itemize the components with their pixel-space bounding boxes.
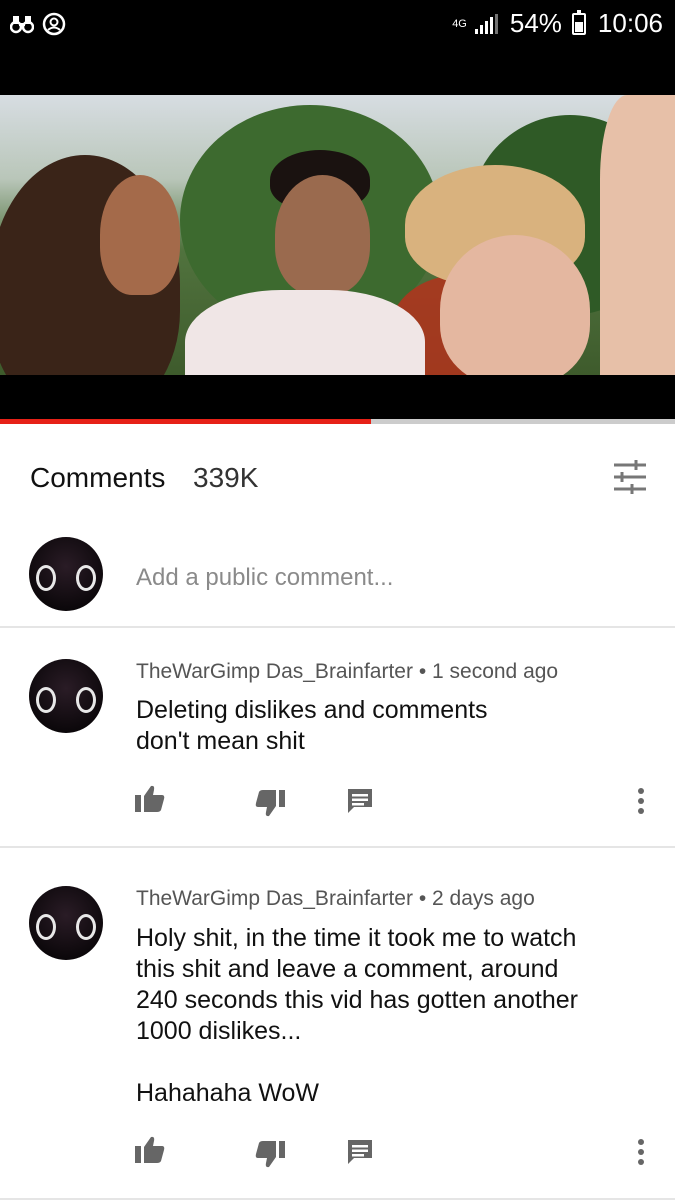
comment-author[interactable]: TheWarGimp Das_Brainfarter — [136, 887, 413, 910]
comment-meta: TheWarGimp Das_Brainfarter • 2 days ago — [136, 887, 535, 911]
like-button[interactable] — [134, 782, 166, 814]
video-frame[interactable] — [0, 95, 675, 375]
clock: 10:06 — [597, 8, 663, 38]
video-progress-fill — [0, 419, 372, 424]
thumbs-down-icon — [255, 790, 285, 817]
meta-separator: • — [418, 887, 432, 910]
status-bar: 4G 54% 10:06 — [0, 0, 675, 50]
add-comment-row[interactable]: Add a public comment... — [0, 532, 675, 628]
thumbs-up-icon — [135, 785, 165, 812]
reply-comment-icon — [348, 1140, 372, 1164]
battery-icon — [571, 9, 586, 35]
comment-author[interactable]: TheWarGimp Das_Brainfarter — [136, 660, 413, 683]
like-button[interactable] — [134, 1133, 166, 1165]
reply-button[interactable] — [344, 785, 376, 817]
sort-filter-icon[interactable] — [612, 460, 648, 494]
comment-time: 1 second ago — [432, 660, 559, 683]
more-vert-icon — [638, 1139, 644, 1165]
notification-icons — [10, 12, 66, 36]
avatar — [29, 537, 103, 611]
comment-item: TheWarGimp Das_Brainfarter • 1 second ag… — [0, 630, 675, 848]
comments-count: 339K — [193, 462, 259, 493]
thumbs-down-icon — [255, 1141, 285, 1168]
dislike-button[interactable] — [254, 788, 286, 820]
comment-meta: TheWarGimp Das_Brainfarter • 1 second ag… — [136, 660, 558, 684]
dislike-button[interactable] — [254, 1139, 286, 1171]
binoculars-icon — [10, 16, 34, 34]
comment-text: Holy shit, in the time it took me to wat… — [136, 924, 578, 1107]
comment-item: TheWarGimp Das_Brainfarter • 2 days ago … — [0, 850, 675, 1200]
battery-percent: 54% — [509, 8, 562, 38]
comment-time: 2 days ago — [432, 887, 535, 910]
signal-icon — [474, 13, 498, 34]
account-icon — [42, 12, 66, 36]
reply-comment-icon — [348, 789, 372, 813]
meta-separator: • — [418, 660, 432, 683]
comments-header: Comments 339K — [0, 432, 675, 522]
network-type: 4G — [452, 17, 467, 30]
comments-title: Comments — [30, 462, 166, 493]
video-player[interactable] — [0, 50, 675, 424]
more-vert-icon — [638, 788, 644, 814]
reply-button[interactable] — [344, 1136, 376, 1168]
video-progress-bar[interactable] — [0, 419, 675, 424]
more-options-button[interactable] — [625, 785, 657, 817]
comment-text: Deleting dislikes and comments don't mea… — [136, 696, 488, 755]
add-comment-input[interactable]: Add a public comment... — [136, 564, 393, 592]
more-options-button[interactable] — [625, 1136, 657, 1168]
avatar[interactable] — [29, 886, 103, 960]
thumbs-up-icon — [135, 1136, 165, 1163]
avatar[interactable] — [29, 659, 103, 733]
